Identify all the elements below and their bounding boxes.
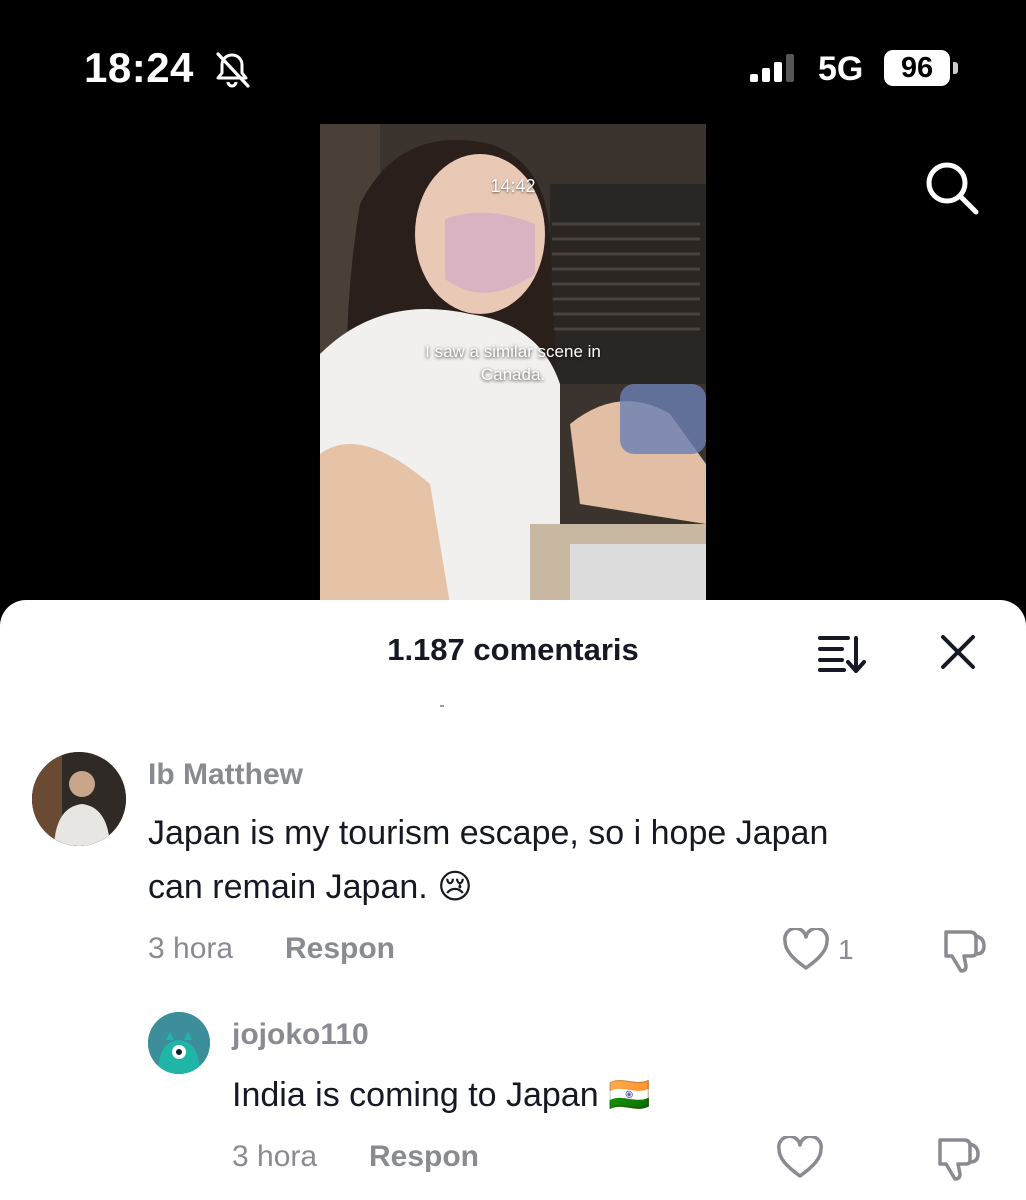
heart-icon[interactable] <box>782 928 830 972</box>
comments-count-title: 1.187 comentaris <box>387 632 639 667</box>
video-player[interactable]: 14:42 I saw a similar scene in Canada. <box>320 124 706 604</box>
india-flag-emoji: 🇮🇳 <box>608 1076 651 1114</box>
video-timestamp: 14:42 <box>490 176 536 196</box>
signal-icon <box>750 54 794 82</box>
reply-button[interactable]: Respon <box>285 932 395 966</box>
divider-mark <box>440 705 444 707</box>
battery-tip <box>953 62 958 74</box>
avatar[interactable] <box>148 1012 210 1074</box>
comment-age: 3 hora <box>232 1140 318 1173</box>
reply-button[interactable]: Respon <box>369 1140 479 1174</box>
avatar[interactable] <box>32 752 126 846</box>
comment-username[interactable]: Ib Matthew <box>148 758 303 792</box>
comment-age: 3 hora <box>148 932 234 965</box>
sort-icon[interactable] <box>818 632 866 674</box>
comment-text-line: Japan is my tourism escape, so i hope Ja… <box>148 814 829 852</box>
search-icon[interactable] <box>922 158 980 216</box>
comment-text: India is coming to Japan 🇮🇳 <box>232 1068 1012 1122</box>
bell-muted-icon <box>216 52 250 88</box>
comment-text-segment: India is coming to Japan <box>232 1076 599 1114</box>
video-caption: I saw a similar scene in Canada. <box>425 342 601 384</box>
heart-icon[interactable] <box>776 1136 824 1180</box>
dislike-icon[interactable] <box>934 1134 980 1182</box>
close-icon[interactable] <box>938 632 978 672</box>
status-bar: 18:24 5G 96 <box>0 0 1026 120</box>
status-time: 18:24 <box>84 44 194 91</box>
network-type: 5G <box>818 50 864 88</box>
avatar-default-icon <box>148 1012 210 1074</box>
dislike-icon[interactable] <box>940 926 986 974</box>
crying-emoji: 😢 <box>437 868 473 906</box>
like-count: 1 <box>838 934 854 965</box>
comment-text-line: can remain Japan. 😢 <box>148 860 1008 914</box>
avatar-photo <box>32 752 126 846</box>
battery-level: 96 <box>884 50 950 86</box>
comment-username[interactable]: jojoko110 <box>232 1018 369 1052</box>
comment-text: Japan is my tourism escape, so i hope Ja… <box>148 806 1008 914</box>
comment-text-segment: can remain Japan. <box>148 868 428 906</box>
